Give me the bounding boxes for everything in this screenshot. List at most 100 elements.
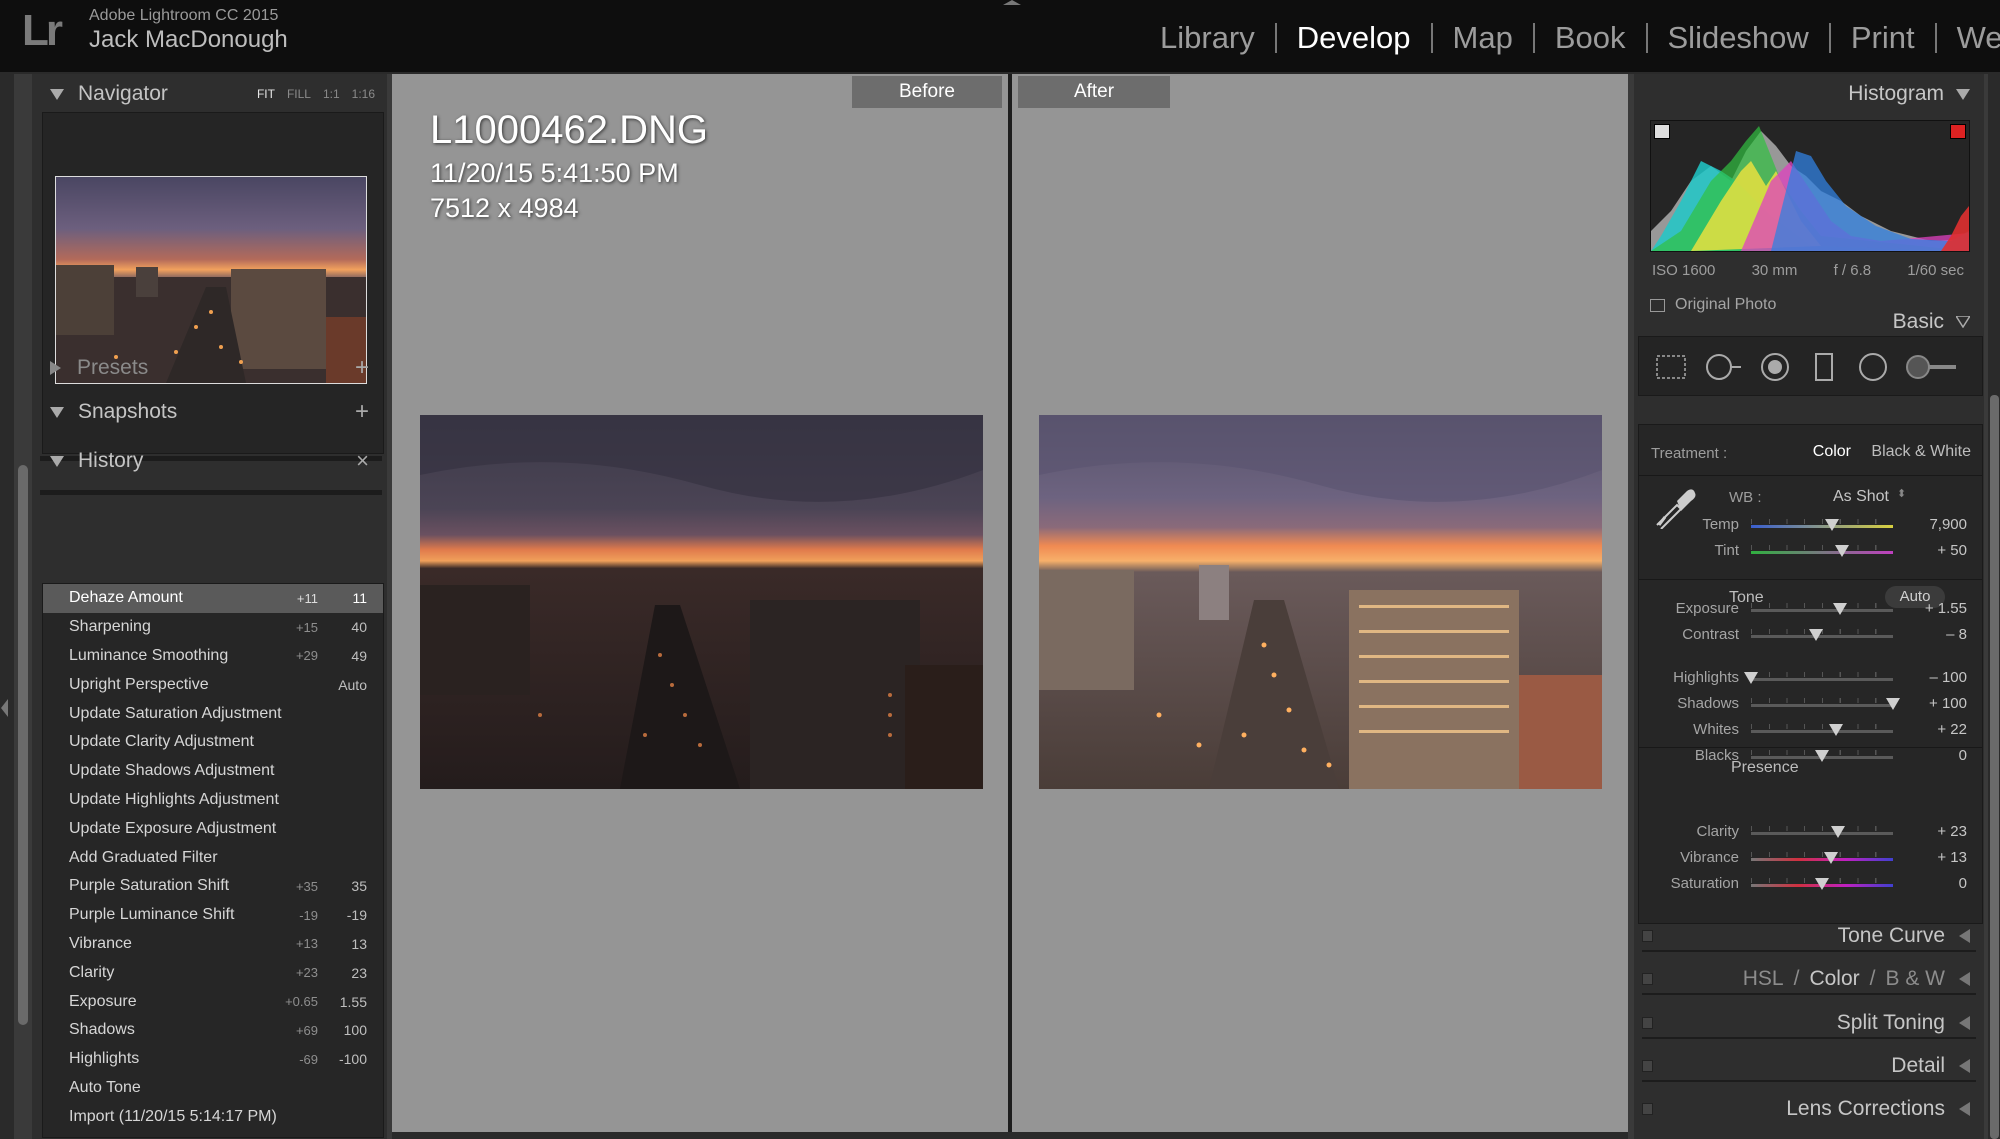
module-book[interactable]: Book bbox=[1535, 20, 1646, 56]
snapshots-header[interactable]: Snapshots + bbox=[32, 392, 387, 432]
histogram-graph[interactable] bbox=[1650, 120, 1970, 252]
red-eye-icon[interactable] bbox=[1759, 352, 1793, 382]
detail-header[interactable]: Detail bbox=[1634, 1044, 1984, 1088]
basic-collapse-icon[interactable] bbox=[1956, 316, 1970, 328]
collapse-triangle-icon[interactable] bbox=[50, 406, 64, 418]
expand-triangle-icon[interactable] bbox=[50, 361, 61, 375]
highlights-slider[interactable] bbox=[1751, 678, 1893, 681]
zoom-fill[interactable]: FILL bbox=[287, 87, 311, 101]
shadow-clipping-icon[interactable] bbox=[1654, 124, 1670, 139]
wb-dropdown-icon[interactable]: ⬍ bbox=[1897, 487, 1906, 500]
clarity-slider[interactable] bbox=[1751, 832, 1893, 835]
expand-triangle-icon[interactable] bbox=[1959, 929, 1970, 943]
crop-overlay-icon[interactable] bbox=[1653, 352, 1689, 382]
graduated-filter-icon[interactable] bbox=[1809, 352, 1839, 382]
add-snapshot-icon[interactable]: + bbox=[355, 398, 369, 426]
left-panel-scrollbar[interactable] bbox=[18, 465, 28, 1025]
vibrance-slider[interactable] bbox=[1751, 858, 1893, 861]
history-item[interactable]: Exposure +0.65 1.55 bbox=[43, 987, 383, 1016]
panel-switch-icon[interactable] bbox=[1642, 930, 1653, 942]
clear-history-icon[interactable]: × bbox=[356, 448, 369, 474]
collapse-triangle-icon[interactable] bbox=[1956, 88, 1970, 100]
tint-slider-thumb[interactable] bbox=[1834, 545, 1849, 557]
collapse-triangle-icon[interactable] bbox=[50, 455, 64, 467]
module-web[interactable]: Web bbox=[1937, 20, 2000, 56]
vibrance-value[interactable]: + 13 bbox=[1889, 849, 1967, 866]
history-item[interactable]: Auto Tone bbox=[43, 1074, 383, 1103]
contrast-value[interactable]: – 8 bbox=[1889, 626, 1967, 643]
lens-corrections-header[interactable]: Lens Corrections bbox=[1634, 1087, 1984, 1131]
history-item[interactable]: Update Clarity Adjustment bbox=[43, 728, 383, 757]
temp-value[interactable]: 7,900 bbox=[1889, 516, 1967, 533]
history-item[interactable]: Sharpening +15 40 bbox=[43, 613, 383, 642]
checkbox-icon[interactable] bbox=[1650, 298, 1665, 312]
hsl-tab[interactable]: HSL bbox=[1743, 967, 1784, 991]
basic-header[interactable]: Basic bbox=[1893, 310, 1970, 334]
panel-switch-icon[interactable] bbox=[1642, 1060, 1653, 1072]
tone-curve-header[interactable]: Tone Curve bbox=[1634, 914, 1984, 958]
shadows-value[interactable]: + 100 bbox=[1889, 695, 1967, 712]
history-item[interactable]: Update Highlights Adjustment bbox=[43, 786, 383, 815]
history-item[interactable]: Luminance Smoothing +29 49 bbox=[43, 642, 383, 671]
split-toning-header[interactable]: Split Toning bbox=[1634, 1001, 1984, 1045]
wb-select[interactable]: As Shot bbox=[1789, 488, 1889, 506]
module-library[interactable]: Library bbox=[1140, 20, 1275, 56]
temp-slider[interactable] bbox=[1751, 525, 1893, 528]
history-item[interactable]: Shadows +69 100 bbox=[43, 1016, 383, 1045]
module-slideshow[interactable]: Slideshow bbox=[1648, 20, 1829, 56]
history-item[interactable]: Add Graduated Filter bbox=[43, 843, 383, 872]
presets-header[interactable]: Presets + bbox=[32, 348, 387, 388]
zoom-1-1[interactable]: 1:1 bbox=[323, 87, 340, 101]
history-item[interactable]: Import (11/20/15 5:14:17 PM) bbox=[43, 1102, 383, 1131]
histogram-header[interactable]: Histogram bbox=[1848, 82, 1970, 106]
after-photo[interactable] bbox=[1039, 415, 1602, 789]
exposure-slider[interactable] bbox=[1751, 609, 1893, 612]
original-photo-toggle[interactable]: Original Photo bbox=[1650, 296, 1776, 314]
expand-triangle-icon[interactable] bbox=[1959, 1016, 1970, 1030]
history-item[interactable]: Vibrance +13 13 bbox=[43, 930, 383, 959]
history-item[interactable]: Purple Luminance Shift -19 -19 bbox=[43, 901, 383, 930]
history-item[interactable]: Upright Perspective Auto bbox=[43, 670, 383, 699]
history-item[interactable]: Update Exposure Adjustment bbox=[43, 814, 383, 843]
radial-filter-icon[interactable] bbox=[1857, 352, 1891, 382]
shadows-slider[interactable] bbox=[1751, 704, 1893, 707]
top-panel-toggle-icon[interactable] bbox=[1003, 0, 1021, 5]
color-tab[interactable]: Color bbox=[1809, 967, 1859, 991]
history-item[interactable]: Clarity +23 23 bbox=[43, 958, 383, 987]
module-map[interactable]: Map bbox=[1433, 20, 1533, 56]
highlight-clipping-icon[interactable] bbox=[1950, 124, 1966, 139]
module-develop[interactable]: Develop bbox=[1277, 20, 1431, 56]
zoom-1-16[interactable]: 1:16 bbox=[352, 87, 375, 101]
whites-value[interactable]: + 22 bbox=[1889, 721, 1967, 738]
before-photo[interactable] bbox=[420, 415, 983, 789]
history-item[interactable]: Update Shadows Adjustment bbox=[43, 757, 383, 786]
module-print[interactable]: Print bbox=[1831, 20, 1935, 56]
history-header[interactable]: History × bbox=[32, 441, 387, 481]
hsl-color-bw-header[interactable]: HSL / Color / B & W bbox=[1634, 957, 1984, 1001]
collapse-triangle-icon[interactable] bbox=[50, 88, 64, 100]
zoom-fit[interactable]: FIT bbox=[257, 87, 275, 101]
clarity-value[interactable]: + 23 bbox=[1889, 823, 1967, 840]
history-item[interactable]: Purple Saturation Shift +35 35 bbox=[43, 872, 383, 901]
panel-switch-icon[interactable] bbox=[1642, 1103, 1653, 1115]
temp-slider-thumb[interactable] bbox=[1824, 519, 1839, 531]
saturation-slider-thumb[interactable] bbox=[1815, 878, 1829, 890]
adjustment-brush-icon[interactable] bbox=[1904, 352, 1960, 382]
spot-removal-icon[interactable] bbox=[1703, 352, 1743, 382]
tint-slider[interactable] bbox=[1751, 551, 1893, 554]
expand-triangle-icon[interactable] bbox=[1959, 1102, 1970, 1116]
expand-triangle-icon[interactable] bbox=[1959, 972, 1970, 986]
whites-slider-thumb[interactable] bbox=[1829, 724, 1844, 736]
history-item[interactable]: Dehaze Amount +11 11 bbox=[43, 584, 383, 613]
history-item[interactable]: Highlights -69 -100 bbox=[43, 1045, 383, 1074]
whites-slider[interactable] bbox=[1751, 730, 1893, 733]
saturation-value[interactable]: 0 bbox=[1889, 875, 1967, 892]
contrast-slider-thumb[interactable] bbox=[1809, 629, 1824, 641]
highlights-value[interactable]: – 100 bbox=[1889, 669, 1967, 686]
left-panel-edge[interactable] bbox=[0, 74, 14, 1139]
highlights-slider-thumb[interactable] bbox=[1744, 672, 1758, 684]
panel-switch-icon[interactable] bbox=[1642, 973, 1653, 985]
bw-tab[interactable]: B & W bbox=[1885, 967, 1945, 991]
right-panel-scrollbar[interactable] bbox=[1990, 395, 1999, 1139]
blacks-slider-thumb[interactable] bbox=[1815, 750, 1829, 762]
